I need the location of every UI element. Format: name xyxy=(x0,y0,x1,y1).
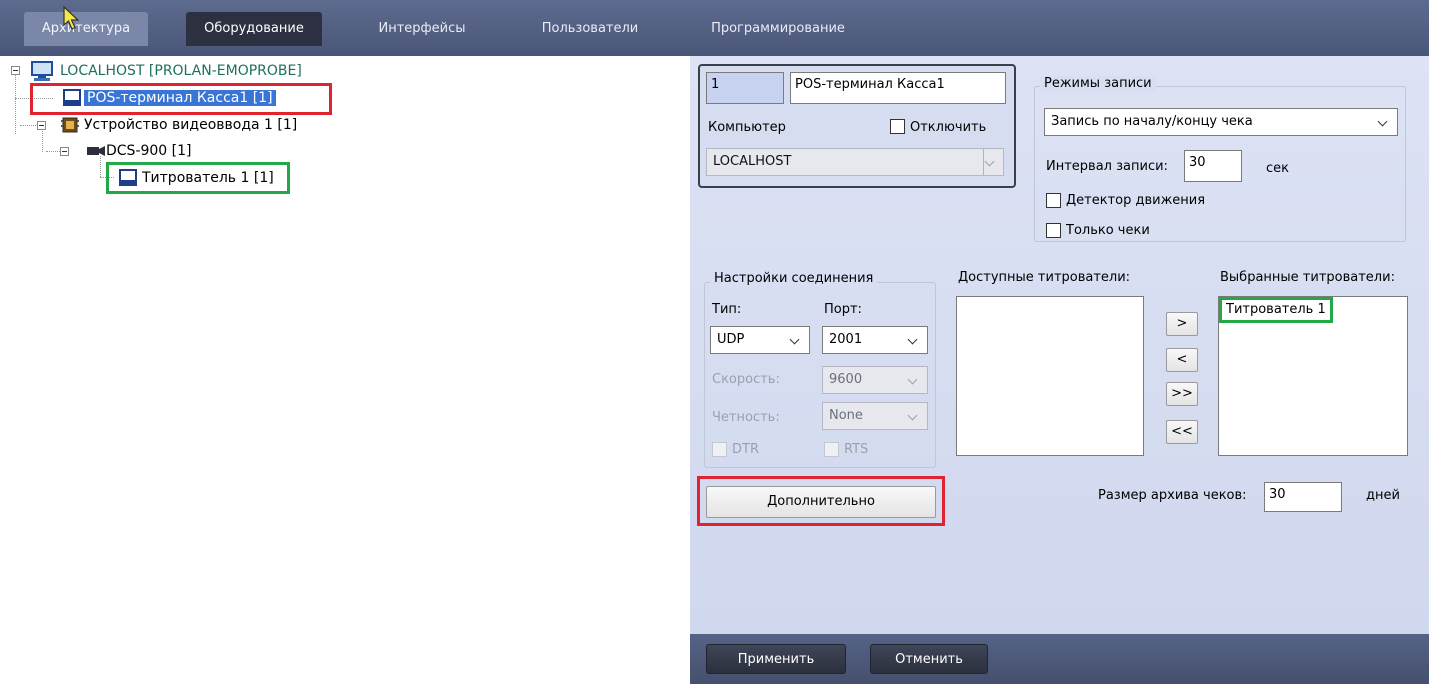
speed-select-value: 9600 xyxy=(829,372,863,387)
camera-icon xyxy=(87,146,105,156)
rts-label: RTS xyxy=(844,442,869,457)
selected-titler-item[interactable]: Титрователь 1 xyxy=(1219,297,1333,323)
connection-settings-title: Настройки соединения xyxy=(710,271,878,286)
hardware-tree: LOCALHOST [PROLAN-EMOPROBE] POS-терминал… xyxy=(0,56,690,684)
green-highlight-box-tree xyxy=(106,162,290,194)
red-highlight-box-advanced xyxy=(697,476,945,526)
chevron-down-icon xyxy=(1377,109,1391,135)
settings-panel: 1 POS-терминал Касса1 Компьютер Отключит… xyxy=(690,56,1429,684)
record-mode-value: Запись по началу/концу чека xyxy=(1051,114,1253,129)
mouse-cursor-icon xyxy=(63,6,80,30)
remove-titler-button[interactable]: < xyxy=(1166,348,1198,372)
parity-label: Четность: xyxy=(712,410,780,425)
chevron-down-icon xyxy=(789,327,803,353)
available-titlers-list[interactable] xyxy=(956,296,1144,456)
record-modes-title: Режимы записи xyxy=(1040,76,1156,91)
motion-detector-label: Детектор движения xyxy=(1066,193,1206,208)
archive-size-input[interactable]: 30 xyxy=(1264,482,1342,512)
remove-all-titlers-button[interactable]: << xyxy=(1166,420,1198,444)
checks-only-label: Только чеки xyxy=(1066,223,1150,238)
chevron-down-icon xyxy=(907,403,921,429)
red-highlight-box-tree xyxy=(30,83,332,115)
tab-equipment[interactable]: Оборудование xyxy=(186,12,322,46)
interval-unit: сек xyxy=(1266,161,1289,176)
type-select-value: UDP xyxy=(717,332,745,347)
tab-architecture[interactable]: Архитектура xyxy=(24,12,148,46)
name-field[interactable]: POS-терминал Касса1 xyxy=(790,72,1006,104)
cancel-button[interactable]: Отменить xyxy=(870,644,988,674)
chevron-down-icon xyxy=(983,149,997,175)
computer-select[interactable]: LOCALHOST xyxy=(706,148,1004,176)
video-card-icon xyxy=(61,117,79,133)
checks-only-checkbox[interactable] xyxy=(1046,223,1061,238)
speed-select: 9600 xyxy=(822,366,928,394)
disable-label: Отключить xyxy=(910,120,987,135)
parity-select-value: None xyxy=(829,408,863,423)
port-select[interactable]: 2001 xyxy=(822,326,928,354)
computer-label: Компьютер xyxy=(708,120,786,135)
tree-node-root[interactable]: LOCALHOST [PROLAN-EMOPROBE] xyxy=(60,60,302,82)
port-select-value: 2001 xyxy=(829,332,863,347)
archive-size-label: Размер архива чеков: xyxy=(1098,488,1247,503)
rts-checkbox xyxy=(824,442,839,457)
selected-titlers-label: Выбранные титрователи: xyxy=(1220,270,1395,285)
record-mode-select[interactable]: Запись по началу/концу чека xyxy=(1044,108,1398,136)
root-expander-icon[interactable] xyxy=(11,66,20,75)
available-titlers-label: Доступные титрователи: xyxy=(958,270,1131,285)
video-device-expander-icon[interactable] xyxy=(37,121,46,130)
add-all-titlers-button[interactable]: >> xyxy=(1166,382,1198,406)
chevron-down-icon xyxy=(907,367,921,393)
type-select[interactable]: UDP xyxy=(710,326,810,354)
port-label: Порт: xyxy=(824,302,862,317)
action-bar: Применить Отменить xyxy=(690,634,1429,684)
camera-expander-icon[interactable] xyxy=(60,147,69,156)
computer-select-value: LOCALHOST xyxy=(713,154,792,169)
computer-icon xyxy=(31,61,53,81)
interval-label: Интервал записи: xyxy=(1046,159,1168,174)
apply-button[interactable]: Применить xyxy=(706,644,846,674)
archive-size-unit: дней xyxy=(1366,488,1400,503)
parity-select: None xyxy=(822,402,928,430)
motion-detector-checkbox[interactable] xyxy=(1046,193,1061,208)
speed-label: Скорость: xyxy=(712,372,780,387)
chevron-down-icon xyxy=(907,327,921,353)
selected-titlers-list[interactable]: Титрователь 1 xyxy=(1218,296,1408,456)
dtr-checkbox xyxy=(712,442,727,457)
top-tab-bar: Архитектура Оборудование Интерфейсы Поль… xyxy=(0,0,1429,56)
interval-input[interactable]: 30 xyxy=(1184,150,1242,182)
tree-node-video-device[interactable]: Устройство видеоввода 1 [1] xyxy=(84,114,297,136)
tab-users[interactable]: Пользователи xyxy=(538,12,642,46)
tree-node-camera[interactable]: DCS-900 [1] xyxy=(106,140,192,162)
tab-programming[interactable]: Программирование xyxy=(710,12,846,46)
dtr-label: DTR xyxy=(732,442,759,457)
id-field[interactable]: 1 xyxy=(706,72,784,104)
tab-interfaces[interactable]: Интерфейсы xyxy=(372,12,472,46)
disable-checkbox[interactable] xyxy=(890,119,905,134)
type-label: Тип: xyxy=(712,302,742,317)
add-titler-button[interactable]: > xyxy=(1166,312,1198,336)
